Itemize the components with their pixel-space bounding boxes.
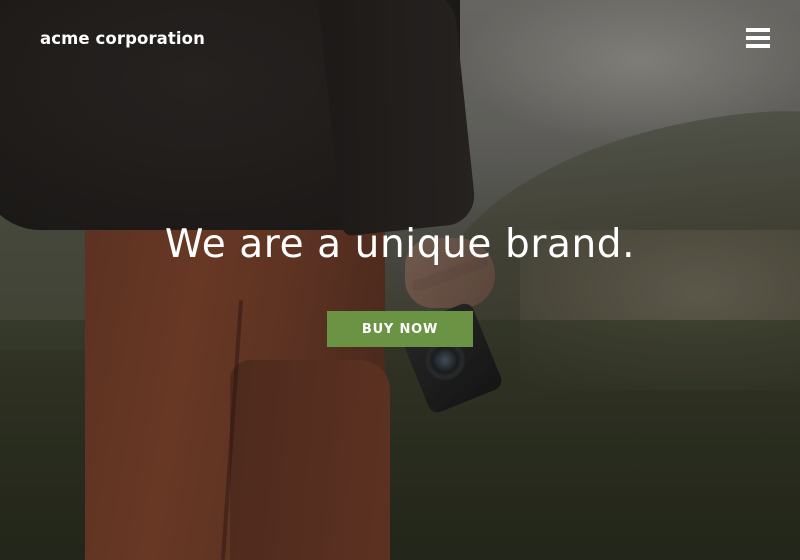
buy-now-button[interactable]: BUY NOW <box>327 311 473 347</box>
menu-bar-bottom <box>746 44 770 48</box>
hero-dark-overlay <box>0 0 800 560</box>
menu-bar-top <box>746 28 770 32</box>
hero-headline: We are a unique brand. <box>164 222 636 267</box>
hamburger-menu-icon[interactable] <box>742 26 772 50</box>
brand-logo[interactable]: acme corporation <box>40 29 205 48</box>
hero-background-image <box>0 0 800 560</box>
menu-bar-middle <box>746 36 770 40</box>
